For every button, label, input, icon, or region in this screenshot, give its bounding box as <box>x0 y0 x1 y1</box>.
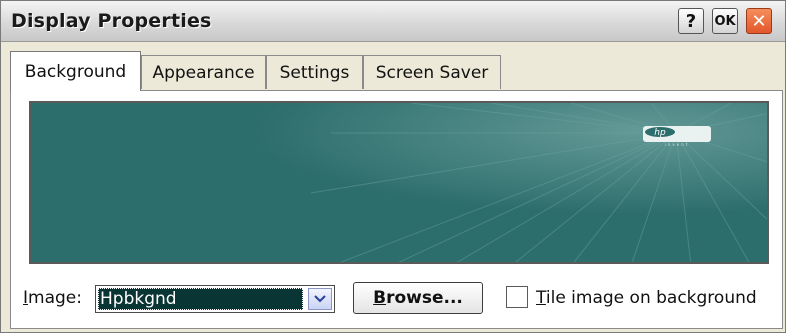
close-button[interactable]: ✕ <box>746 8 772 34</box>
title-bar[interactable]: Display Properties ? OK ✕ <box>1 1 785 42</box>
svg-text:hp: hp <box>654 128 666 138</box>
tab-label: Settings <box>279 62 350 83</box>
tab-appearance[interactable]: Appearance <box>141 55 266 89</box>
display-properties-window: Display Properties ? OK ✕ Background App… <box>0 0 786 333</box>
dropdown-button[interactable] <box>308 288 332 310</box>
help-button[interactable]: ? <box>678 8 704 34</box>
browse-button[interactable]: Browse... <box>353 282 483 314</box>
tile-image-label[interactable]: Tile image on background <box>536 288 757 308</box>
ok-button[interactable]: OK <box>712 8 738 34</box>
chevron-down-icon <box>314 295 326 303</box>
wallpaper-preview: hp invent <box>29 101 769 264</box>
hp-logo: hp <box>643 126 711 142</box>
close-icon: ✕ <box>751 10 767 32</box>
tab-settings[interactable]: Settings <box>266 55 363 89</box>
window-title: Display Properties <box>11 10 212 32</box>
hp-tagline: invent <box>664 142 690 147</box>
tab-screen-saver[interactable]: Screen Saver <box>363 55 501 89</box>
image-select[interactable]: Hpbkgnd <box>95 285 335 313</box>
image-select-value[interactable]: Hpbkgnd <box>98 288 303 310</box>
tab-label: Background <box>24 61 127 82</box>
tile-image-checkbox[interactable] <box>506 286 528 308</box>
hp-logo-icon: hp <box>645 127 675 138</box>
tab-label: Appearance <box>152 62 255 83</box>
tab-label: Screen Saver <box>375 62 489 83</box>
tab-background[interactable]: Background <box>10 51 141 91</box>
image-label: Image: <box>23 288 82 308</box>
